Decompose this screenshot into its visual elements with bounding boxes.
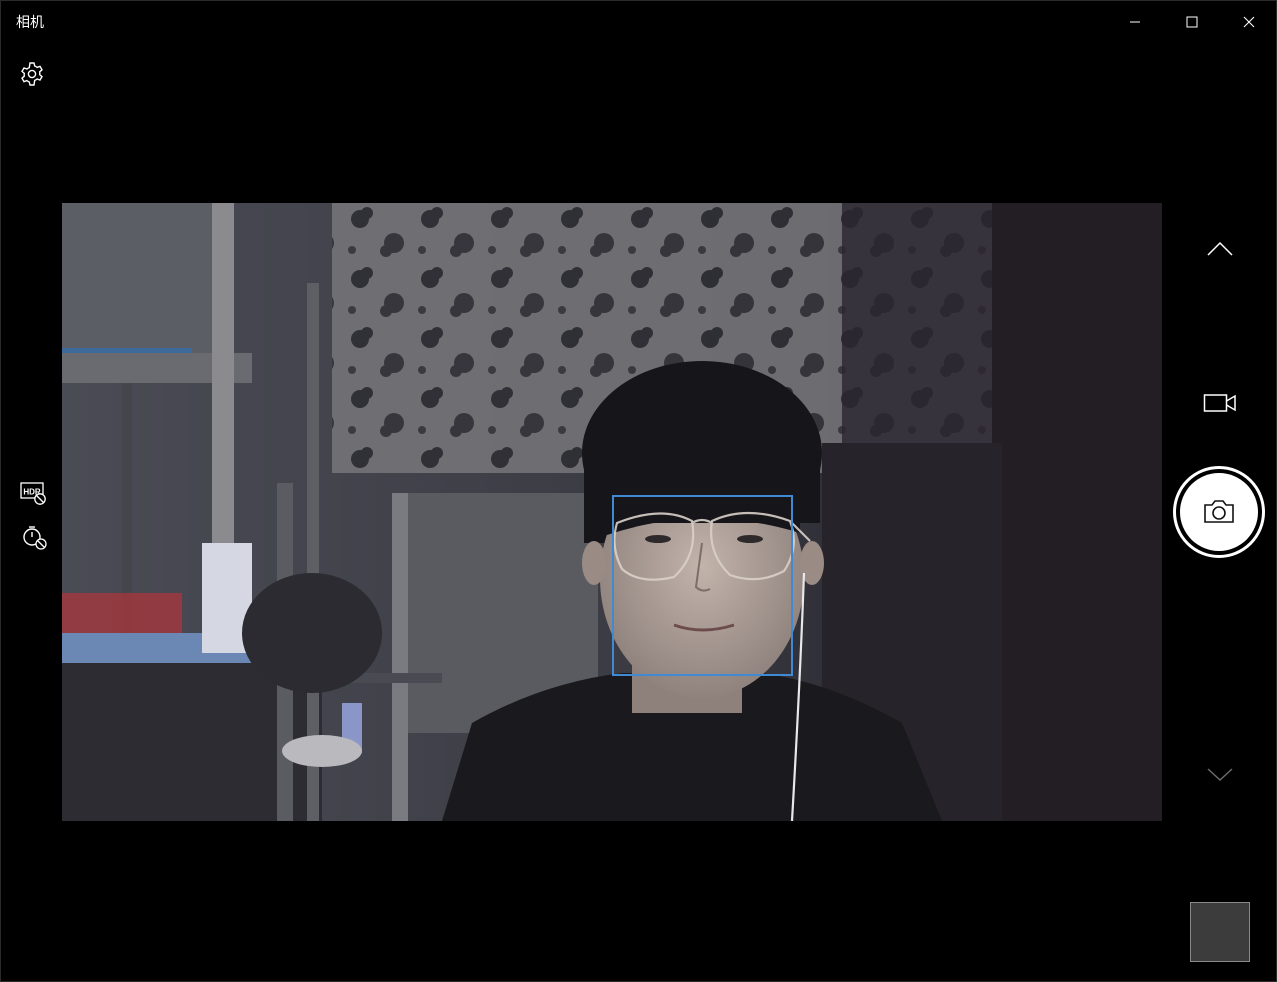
face-detection-box bbox=[612, 495, 793, 676]
shutter-face bbox=[1180, 473, 1258, 551]
timer-toggle-button[interactable] bbox=[18, 521, 50, 553]
hdr-toggle-button[interactable]: HDR bbox=[18, 477, 50, 509]
gallery-thumbnail[interactable] bbox=[1190, 902, 1250, 962]
maximize-button[interactable] bbox=[1163, 1, 1220, 43]
chevron-up-icon bbox=[1207, 241, 1233, 256]
settings-button[interactable] bbox=[18, 60, 46, 88]
scroll-down-button[interactable] bbox=[1200, 759, 1240, 789]
minimize-icon bbox=[1129, 21, 1140, 23]
title-bar[interactable]: 相机 bbox=[1, 1, 1276, 43]
timer-off-icon bbox=[23, 526, 47, 550]
gear-icon bbox=[21, 62, 43, 86]
maximize-icon bbox=[1186, 16, 1197, 28]
scroll-up-button[interactable] bbox=[1200, 231, 1240, 267]
close-button[interactable] bbox=[1220, 1, 1276, 43]
chevron-down-icon bbox=[1207, 768, 1233, 781]
video-camera-icon bbox=[1203, 394, 1236, 412]
capture-options: HDR bbox=[18, 477, 50, 565]
camera-icon bbox=[1204, 500, 1234, 523]
camera-viewfinder[interactable] bbox=[62, 203, 1162, 821]
hdr-off-icon: HDR bbox=[20, 482, 46, 505]
minimize-button[interactable] bbox=[1106, 1, 1163, 43]
take-photo-button[interactable] bbox=[1173, 466, 1265, 558]
window-title: 相机 bbox=[16, 15, 44, 31]
close-icon bbox=[1243, 16, 1254, 28]
video-mode-button[interactable] bbox=[1197, 385, 1243, 421]
camera-window: 相机 HDR bbox=[0, 0, 1277, 982]
